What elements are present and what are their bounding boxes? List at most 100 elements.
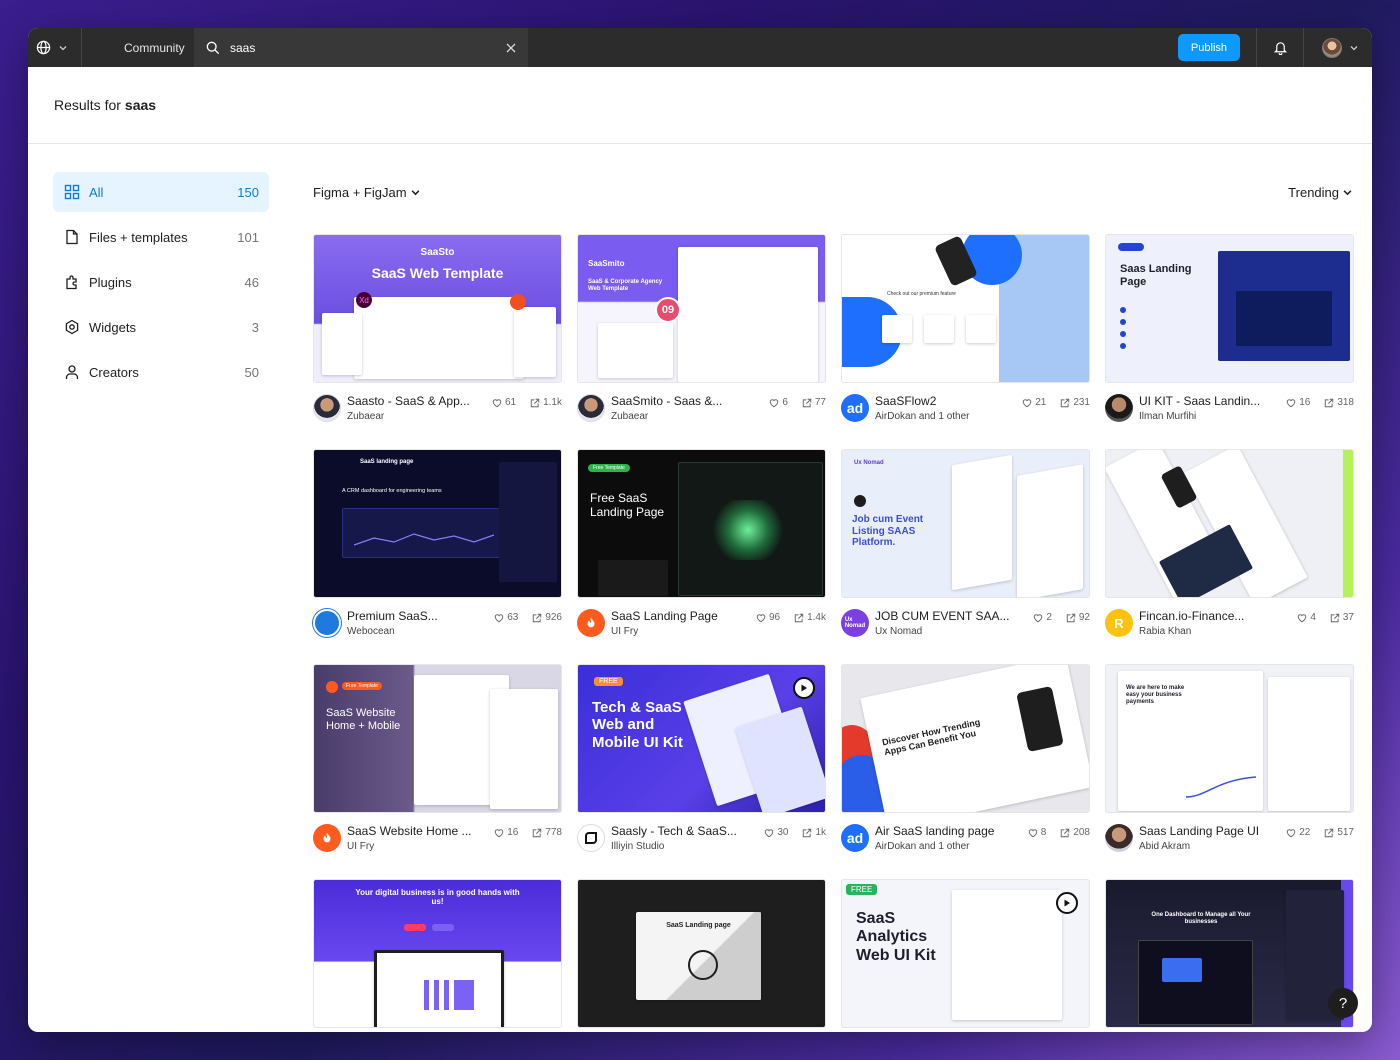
card-title[interactable]: SaaS Landing Page (611, 609, 750, 623)
thumb-brand: SaaSto (420, 247, 455, 258)
card-thumbnail[interactable]: Check out our premium feature (841, 234, 1090, 383)
search-input[interactable] (230, 40, 506, 55)
open-external-icon (802, 398, 812, 407)
card-thumbnail[interactable]: Free Template Free SaaS Landing Page (577, 449, 826, 598)
card-thumbnail[interactable]: FREE SaaS Analytics Web UI Kit (841, 879, 1090, 1028)
heart-icon (1022, 398, 1032, 407)
card-author[interactable]: AirDokan and 1 other (875, 841, 1022, 852)
card-stats: 6 77 (769, 397, 826, 408)
card-author[interactable]: UI Fry (347, 841, 488, 852)
card-author[interactable]: Abid Akram (1139, 841, 1280, 852)
card-author[interactable]: Illiyin Studio (611, 841, 758, 852)
result-card[interactable]: SaaS landing page A CRM dashboard for en… (313, 449, 562, 664)
like-count: 8 (1040, 827, 1047, 838)
result-card[interactable]: Ux Nomad Job cum Event Listing SAAS Plat… (841, 449, 1090, 664)
sidebar-item-count: 101 (237, 229, 259, 245)
author-avatar (1105, 394, 1133, 422)
card-author[interactable]: Zubaear (611, 411, 763, 422)
card-thumbnail[interactable]: Discover How Trending Apps Can Benefit Y… (841, 664, 1090, 813)
card-author[interactable]: Webocean (347, 626, 488, 637)
card-thumbnail[interactable]: SaaS Landing page (577, 879, 826, 1028)
card-title[interactable]: Saasly - Tech & SaaS... (611, 824, 758, 838)
search-icon (206, 41, 220, 54)
language-menu[interactable] (28, 28, 81, 67)
author-avatar: ad (841, 394, 869, 422)
bell-icon (1273, 42, 1287, 55)
clear-search-icon[interactable] (506, 43, 516, 53)
sort-dropdown[interactable]: Trending (1288, 185, 1352, 200)
card-thumbnail[interactable]: We are here to make easy your business p… (1105, 664, 1354, 813)
result-card[interactable]: Your digital business is in good hands w… (313, 879, 562, 1032)
result-card[interactable]: FREE Tech & SaaS Web and Mobile UI Kit S… (577, 664, 826, 879)
card-title[interactable]: Premium SaaS... (347, 609, 488, 623)
card-title[interactable]: Air SaaS landing page (875, 824, 1022, 838)
use-count: 517 (1337, 827, 1354, 838)
card-thumbnail[interactable]: SaaSmito SaaS & Corporate Agency Web Tem… (577, 234, 826, 383)
card-title[interactable]: Fincan.io-Finance... (1139, 609, 1291, 623)
card-title[interactable]: Saasto - SaaS & App... (347, 394, 486, 408)
thumb-title: SaaS & Corporate Agency Web Template (588, 279, 663, 292)
result-card[interactable]: SaaSmito SaaS & Corporate Agency Web Tem… (577, 234, 826, 449)
account-menu[interactable] (1304, 37, 1358, 58)
card-thumbnail[interactable]: Your digital business is in good hands w… (313, 879, 562, 1028)
notifications-button[interactable] (1257, 40, 1303, 55)
sidebar-item-widgets[interactable]: Widgets 3 (53, 307, 269, 347)
card-author[interactable]: Zubaear (347, 411, 486, 422)
card-author[interactable]: Ux Nomad (875, 626, 1027, 637)
sidebar-item-plugins[interactable]: Plugins 46 (53, 262, 269, 302)
thumb-title: SaaS Web Template (371, 265, 504, 281)
result-card[interactable]: Free Template Free SaaS Landing Page Saa… (577, 449, 826, 664)
result-card[interactable]: R Fincan.io-Finance... Rabia Khan 4 37 (1105, 449, 1354, 664)
sidebar-item-all[interactable]: All 150 (53, 172, 269, 212)
card-author[interactable]: Rabia Khan (1139, 626, 1291, 637)
community-link[interactable]: Community (82, 28, 207, 67)
result-card[interactable]: Check out our premium feature ad SaaSFlo… (841, 234, 1090, 449)
result-card[interactable]: Saas Landing Page UI KIT - Saas Landin..… (1105, 234, 1354, 449)
help-button[interactable]: ? (1328, 988, 1358, 1018)
card-thumbnail[interactable]: Ux Nomad Job cum Event Listing SAAS Plat… (841, 449, 1090, 598)
card-author[interactable]: AirDokan and 1 other (875, 411, 1016, 422)
card-title[interactable]: UI KIT - Saas Landin... (1139, 394, 1280, 408)
search-bar[interactable] (194, 28, 528, 67)
thumb-title: SaaS Analytics Web UI Kit (856, 910, 936, 964)
heart-icon (494, 828, 504, 837)
card-thumbnail[interactable] (1105, 449, 1354, 598)
product-filter-dropdown[interactable]: Figma + FigJam (313, 185, 420, 200)
sidebar-item-creators[interactable]: Creators 50 (53, 352, 269, 392)
thumb-tag: FREE (594, 677, 623, 686)
result-card[interactable]: We are here to make easy your business p… (1105, 664, 1354, 879)
card-thumbnail[interactable]: SaaS landing page A CRM dashboard for en… (313, 449, 562, 598)
card-title[interactable]: JOB CUM EVENT SAA... (875, 609, 1027, 623)
card-meta: Ux Nomad JOB CUM EVENT SAA... Ux Nomad 2 … (841, 609, 1090, 641)
card-thumbnail[interactable]: Free Template SaaS Website Home + Mobile (313, 664, 562, 813)
thumb-brand: Ux Nomad (854, 460, 884, 466)
card-thumbnail[interactable]: FREE Tech & SaaS Web and Mobile UI Kit (577, 664, 826, 813)
result-card[interactable]: One Dashboard to Manage all Your busines… (1105, 879, 1354, 1032)
sidebar-item-files-templates[interactable]: Files + templates 101 (53, 217, 269, 257)
like-count: 96 (768, 612, 781, 623)
result-card[interactable]: SaaS Landing page (577, 879, 826, 1032)
like-count: 63 (507, 612, 519, 623)
result-card[interactable]: FREE SaaS Analytics Web UI Kit (841, 879, 1090, 1032)
card-author[interactable]: Ilman Murfihi (1139, 411, 1280, 422)
card-author[interactable]: UI Fry (611, 626, 750, 637)
play-icon[interactable] (1056, 892, 1078, 914)
card-title[interactable]: SaaSFlow2 (875, 394, 1016, 408)
sidebar-item-label: All (89, 184, 104, 200)
publish-button[interactable]: Publish (1177, 34, 1240, 61)
play-icon[interactable] (793, 677, 815, 699)
card-thumbnail[interactable]: One Dashboard to Manage all Your busines… (1105, 879, 1354, 1028)
top-bar: Community Publish (28, 28, 1372, 67)
card-thumbnail[interactable]: Saas Landing Page (1105, 234, 1354, 383)
card-title[interactable]: Saas Landing Page UI (1139, 824, 1280, 838)
result-card[interactable]: Free Template SaaS Website Home + Mobile… (313, 664, 562, 879)
avatar (1322, 37, 1342, 58)
card-meta: Saasto - SaaS & App... Zubaear 61 1.1k (313, 394, 562, 426)
result-card[interactable]: Discover How Trending Apps Can Benefit Y… (841, 664, 1090, 879)
card-thumbnail[interactable]: SaaSto SaaS Web Template Xd (313, 234, 562, 383)
card-title[interactable]: SaaS Website Home ... (347, 824, 488, 838)
author-avatar (577, 394, 605, 422)
card-title[interactable]: SaaSmito - Saas &... (611, 394, 763, 408)
open-external-icon (794, 613, 804, 622)
result-card[interactable]: SaaSto SaaS Web Template Xd Saasto - Saa… (313, 234, 562, 449)
